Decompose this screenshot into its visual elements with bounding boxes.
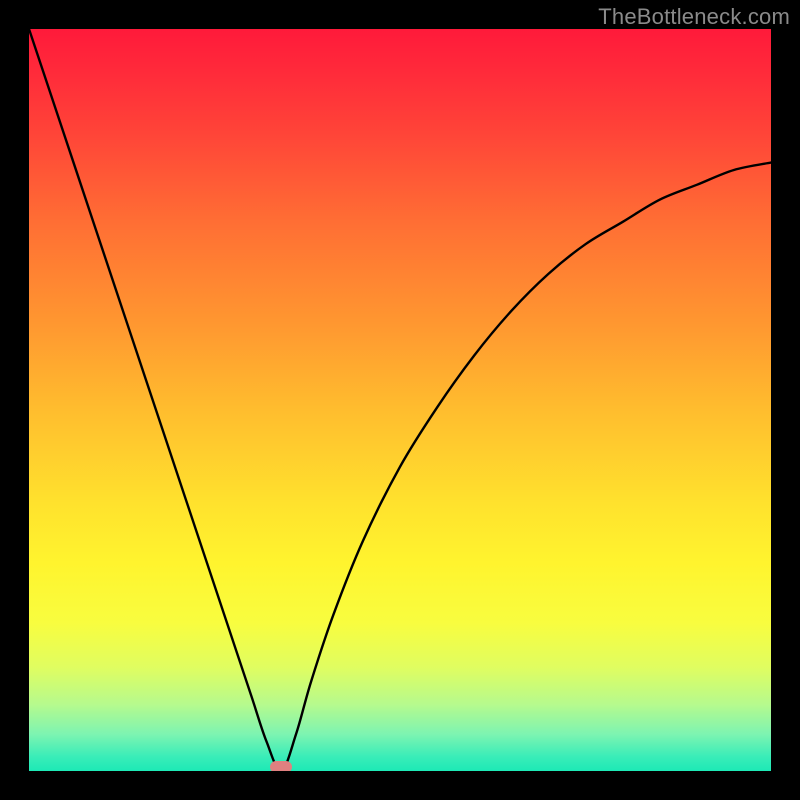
optimum-marker: [270, 761, 292, 771]
watermark-text: TheBottleneck.com: [598, 4, 790, 30]
chart-plot-area: [29, 29, 771, 771]
bottleneck-curve: [29, 29, 771, 771]
